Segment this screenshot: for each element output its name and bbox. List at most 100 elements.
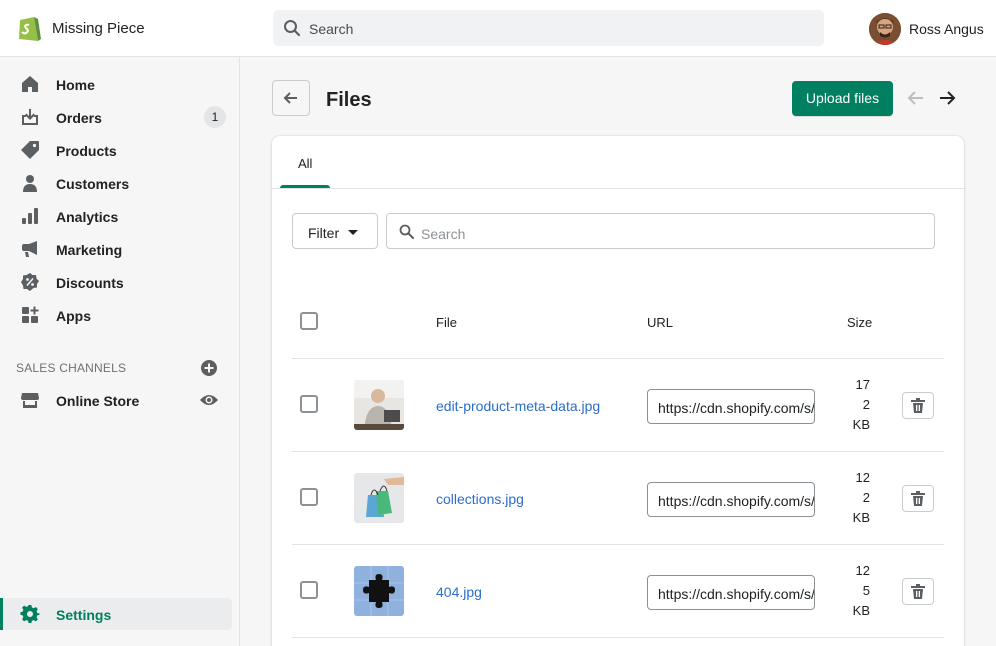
file-url-field[interactable]: https://cdn.shopify.com/s/files/1/edit-p… (647, 389, 815, 424)
sidebar-item-marketing[interactable]: Marketing (8, 233, 232, 265)
apps-icon (22, 306, 39, 323)
sidebar-item-customers[interactable]: Customers (8, 167, 232, 199)
file-size-value: 17 (855, 377, 870, 392)
avatar-image (869, 13, 901, 45)
file-size-value: 2 (862, 490, 870, 505)
avatar[interactable] (869, 13, 901, 45)
user-name[interactable]: Ross Angus (909, 21, 984, 37)
sales-channels-heading: SALES CHANNELS (16, 361, 127, 375)
sidebar-item-apps[interactable]: Apps (8, 299, 232, 331)
file-size-value: 12 (855, 470, 870, 485)
filter-label: Filter (308, 225, 340, 241)
file-thumbnail[interactable] (354, 566, 404, 616)
file-thumbnail[interactable] (354, 380, 404, 430)
caret-down-icon (348, 230, 358, 235)
file-size-unit: KB (852, 510, 870, 525)
file-size-value: 5 (862, 583, 870, 598)
shopify-logo-icon[interactable] (16, 13, 42, 43)
sidebar-item-label: Discounts (56, 275, 124, 291)
column-header-url: URL (647, 315, 674, 330)
divider (292, 637, 944, 638)
file-size: 17 2 KB (840, 375, 870, 435)
files-card: All Filter Search File URL Size edit-pro… (272, 136, 964, 646)
filter-button[interactable]: Filter (292, 213, 378, 249)
orders-count-badge: 1 (204, 106, 226, 128)
thumbnail-shopping-bags (354, 473, 404, 523)
top-bar: Missing Piece Search Ross Angus (0, 0, 996, 57)
back-button[interactable] (272, 80, 310, 116)
sidebar-item-label: Home (56, 77, 95, 93)
sidebar-item-settings[interactable]: Settings (0, 598, 232, 630)
page-title: Files (326, 89, 372, 111)
select-all-checkbox[interactable] (300, 312, 318, 330)
sidebar-item-label: Customers (56, 176, 130, 192)
upload-files-button[interactable]: Upload files (792, 81, 893, 116)
global-search-input[interactable]: Search (273, 10, 824, 46)
sidebar-item-label: Settings (56, 607, 112, 623)
add-channel-icon[interactable] (200, 359, 218, 377)
divider (292, 451, 944, 452)
file-url-field[interactable]: https://cdn.shopify.com/s/files/1/collec… (647, 482, 815, 517)
search-icon (399, 224, 414, 239)
column-header-file[interactable]: File (436, 315, 457, 330)
tab-label: All (298, 156, 313, 171)
sidebar-item-discounts[interactable]: Discounts (8, 266, 232, 298)
home-icon (22, 76, 38, 92)
orders-icon (22, 109, 38, 125)
search-icon (284, 20, 301, 37)
gear-icon (20, 604, 40, 623)
row-checkbox[interactable] (300, 581, 318, 599)
divider (272, 188, 964, 189)
file-size-value: 12 (855, 563, 870, 578)
delete-file-button[interactable] (902, 578, 934, 605)
bar-chart-icon (22, 208, 38, 224)
store-icon (21, 393, 39, 408)
column-header-size[interactable]: Size (847, 315, 872, 330)
file-name-link[interactable]: 404.jpg (436, 584, 482, 600)
file-size-value: 2 (862, 397, 870, 412)
file-size-unit: KB (852, 603, 870, 618)
file-name-link[interactable]: edit-product-meta-data.jpg (436, 398, 600, 414)
file-size-unit: KB (852, 417, 870, 432)
file-search-input[interactable]: Search (386, 213, 935, 249)
row-checkbox[interactable] (300, 395, 318, 413)
tab-all[interactable]: All (280, 136, 330, 188)
discount-icon (21, 273, 39, 291)
arrow-left-icon (283, 92, 297, 104)
store-name[interactable]: Missing Piece (52, 20, 145, 37)
row-checkbox[interactable] (300, 488, 318, 506)
sidebar: Home Orders 1 Products Customers Analyti… (0, 57, 240, 646)
thumbnail-puzzle-piece (354, 566, 404, 616)
delete-file-button[interactable] (902, 392, 934, 419)
trash-icon (911, 584, 925, 599)
sidebar-item-analytics[interactable]: Analytics (8, 200, 232, 232)
file-size: 12 2 KB (840, 468, 870, 528)
file-name-link[interactable]: collections.jpg (436, 491, 524, 507)
megaphone-icon (22, 241, 37, 257)
sidebar-item-label: Products (56, 143, 117, 159)
sidebar-item-home[interactable]: Home (8, 68, 232, 100)
person-icon (23, 175, 37, 192)
sidebar-item-label: Online Store (56, 393, 140, 409)
delete-file-button[interactable] (902, 485, 934, 512)
sidebar-item-label: Apps (56, 308, 91, 324)
file-size: 12 5 KB (840, 561, 870, 621)
sidebar-item-label: Marketing (56, 242, 123, 258)
divider (292, 358, 944, 359)
sidebar-item-label: Orders (56, 110, 102, 126)
sidebar-item-orders[interactable]: Orders 1 (8, 101, 232, 133)
active-indicator (0, 598, 3, 630)
thumbnail-person-laptop (354, 380, 404, 430)
divider (292, 544, 944, 545)
trash-icon (911, 491, 925, 506)
previous-page-arrow-icon[interactable] (906, 88, 926, 108)
trash-icon (911, 398, 925, 413)
file-thumbnail[interactable] (354, 473, 404, 523)
sidebar-item-products[interactable]: Products (8, 134, 232, 166)
global-search-placeholder: Search (309, 21, 354, 37)
view-store-eye-icon[interactable] (199, 392, 219, 408)
file-url-field[interactable]: https://cdn.shopify.com/s/files/1/404.jp… (647, 575, 815, 610)
file-search-placeholder: Search (421, 226, 466, 242)
next-page-arrow-icon[interactable] (937, 88, 957, 108)
tag-icon (21, 141, 39, 159)
